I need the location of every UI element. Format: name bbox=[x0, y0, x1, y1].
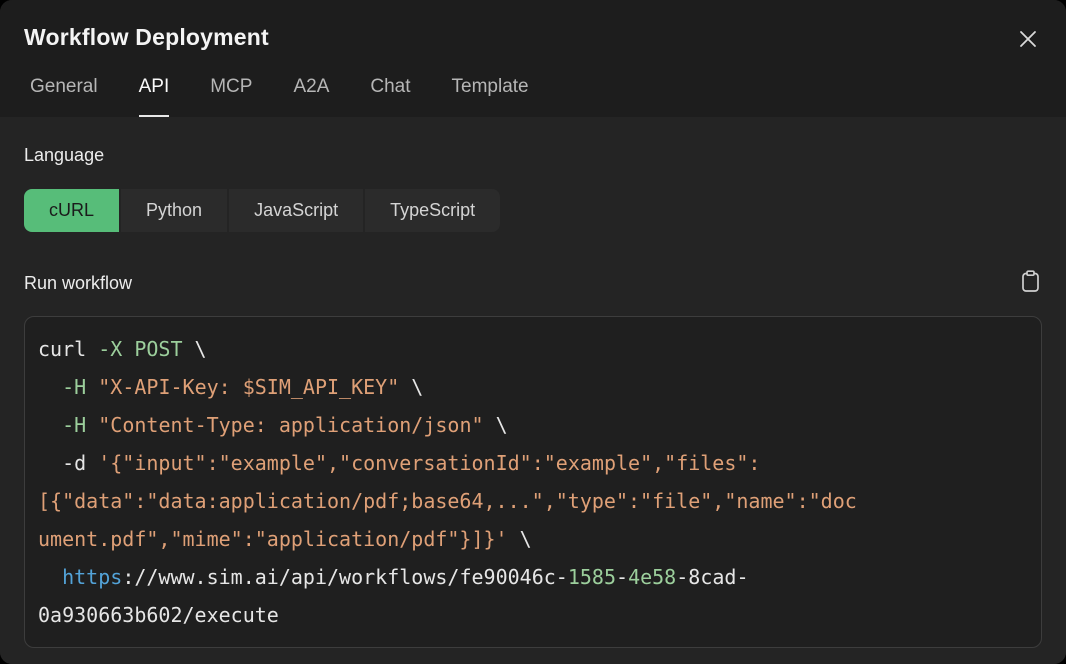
tab-bar: General API MCP A2A Chat Template bbox=[24, 76, 1042, 117]
code-line: ument.pdf","mime":"application/pdf"}]}' … bbox=[38, 520, 1028, 558]
run-workflow-label: Run workflow bbox=[24, 273, 132, 294]
code-block-pre: curl -X POST \ -H "X-API-Key: $SIM_API_K… bbox=[38, 330, 1028, 634]
workflow-deployment-dialog: Workflow Deployment General API MCP A2A … bbox=[0, 0, 1066, 664]
tab-general[interactable]: General bbox=[30, 76, 98, 117]
language-option-curl[interactable]: cURL bbox=[24, 189, 119, 232]
language-option-typescript[interactable]: TypeScript bbox=[365, 189, 500, 232]
tab-mcp[interactable]: MCP bbox=[210, 76, 252, 117]
language-option-javascript[interactable]: JavaScript bbox=[229, 189, 363, 232]
tab-a2a[interactable]: A2A bbox=[293, 76, 329, 117]
tab-template[interactable]: Template bbox=[452, 76, 529, 117]
language-label: Language bbox=[24, 145, 1042, 166]
dialog-title: Workflow Deployment bbox=[24, 22, 1042, 52]
dialog-content: Language cURL Python JavaScript TypeScri… bbox=[0, 117, 1066, 664]
code-line: 0a930663b602/execute bbox=[38, 596, 1028, 634]
language-option-python[interactable]: Python bbox=[121, 189, 227, 232]
code-block[interactable]: curl -X POST \ -H "X-API-Key: $SIM_API_K… bbox=[24, 316, 1042, 648]
copy-button[interactable] bbox=[1018, 271, 1042, 295]
tab-api[interactable]: API bbox=[139, 76, 170, 117]
close-button[interactable] bbox=[1015, 27, 1041, 53]
code-line: https://www.sim.ai/api/workflows/fe90046… bbox=[38, 558, 1028, 596]
tab-chat[interactable]: Chat bbox=[370, 76, 410, 117]
close-icon bbox=[1017, 28, 1039, 53]
clipboard-icon bbox=[1020, 270, 1041, 296]
run-workflow-row: Run workflow bbox=[24, 271, 1042, 295]
code-line: -H "Content-Type: application/json" \ bbox=[38, 406, 1028, 444]
code-line: -H "X-API-Key: $SIM_API_KEY" \ bbox=[38, 368, 1028, 406]
language-selector: cURL Python JavaScript TypeScript bbox=[24, 189, 1042, 232]
code-line: [{"data":"data:application/pdf;base64,..… bbox=[38, 482, 1028, 520]
dialog-header: Workflow Deployment General API MCP A2A … bbox=[0, 0, 1066, 117]
code-line: -d '{"input":"example","conversationId":… bbox=[38, 444, 1028, 482]
code-line: curl -X POST \ bbox=[38, 330, 1028, 368]
